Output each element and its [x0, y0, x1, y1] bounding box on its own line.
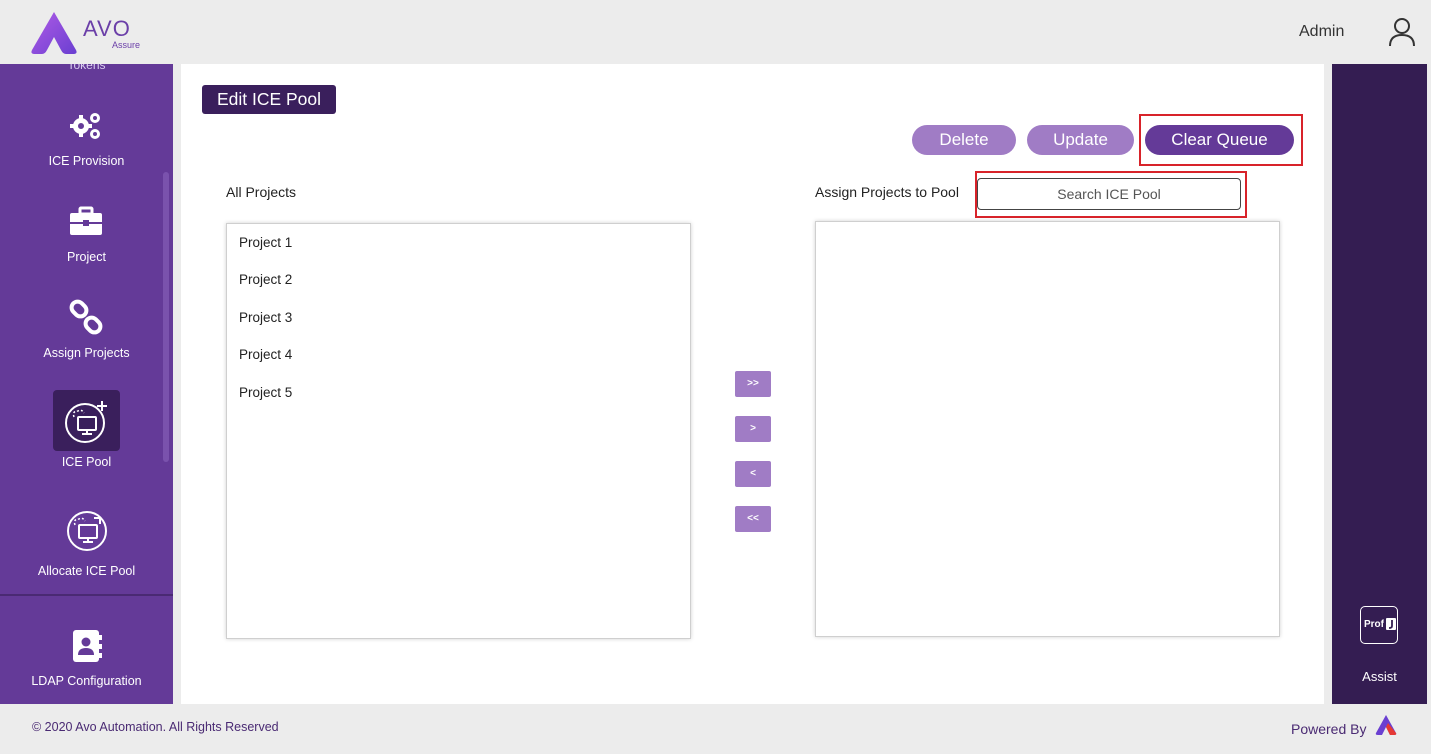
sidebar-item-label: ICE Provision [48, 154, 125, 168]
assign-projects-label: Assign Projects to Pool [815, 184, 959, 200]
delete-button[interactable]: Delete [912, 125, 1016, 155]
footer: © 2020 Avo Automation. All Rights Reserv… [0, 704, 1431, 754]
link-icon [69, 299, 103, 335]
move-left-button[interactable]: < [735, 461, 771, 487]
sidebar-item-label: LDAP Configuration [31, 674, 142, 688]
list-item[interactable]: Project 5 [239, 385, 292, 400]
user-icon[interactable] [1388, 17, 1416, 47]
move-right-button[interactable]: > [735, 416, 771, 442]
avo-small-logo [1375, 715, 1397, 735]
list-item[interactable]: Project 2 [239, 272, 292, 287]
sidebar: Tokens ICE Provision Project Assign Proj… [0, 64, 173, 704]
sidebar-item-allocate-ice-pool[interactable]: Allocate ICE Pool [0, 504, 173, 579]
all-projects-label: All Projects [226, 184, 297, 200]
highlight-box-clear-queue [1139, 114, 1303, 166]
assist-sidebar: Prof Assist [1332, 64, 1427, 704]
header: AVO Assure Admin [0, 0, 1431, 64]
gears-icon [70, 113, 100, 139]
list-item[interactable]: Project 1 [239, 235, 292, 250]
assigned-projects-list[interactable] [815, 221, 1280, 637]
sidebar-item-project[interactable]: Project [0, 200, 173, 270]
sidebar-item-label: Assign Projects [43, 346, 130, 360]
highlight-box-search [975, 171, 1247, 218]
prof-j-badge-icon [1386, 618, 1396, 630]
list-item[interactable]: Project 3 [239, 310, 292, 325]
sidebar-item-assign-projects[interactable]: Assign Projects [0, 296, 173, 366]
sidebar-item-ldap-configuration[interactable]: LDAP Configuration [0, 624, 173, 694]
user-name: Admin [1299, 23, 1345, 40]
copyright-text: © 2020 Avo Automation. All Rights Reserv… [32, 720, 279, 734]
main-panel: Edit ICE Pool Delete Update Clear Queue … [181, 64, 1324, 704]
sidebar-item-label: Allocate ICE Pool [37, 564, 136, 578]
update-button[interactable]: Update [1027, 125, 1134, 155]
sidebar-item-label: Project [67, 250, 106, 264]
briefcase-icon [70, 206, 102, 235]
logo-text: AVO [83, 16, 131, 41]
sidebar-divider [0, 594, 173, 596]
page-title: Edit ICE Pool [202, 85, 336, 114]
sidebar-item-ice-pool[interactable]: ICE Pool [0, 396, 173, 471]
move-all-left-button[interactable]: << [735, 506, 771, 532]
prof-j-icon[interactable]: Prof [1360, 606, 1398, 644]
assist-label: Assist [1362, 669, 1397, 684]
ice-pool-icon [65, 401, 107, 443]
sidebar-item-label: ICE Pool [61, 455, 112, 469]
allocate-ice-pool-icon [67, 511, 107, 551]
powered-by-text: Powered By [1291, 721, 1367, 737]
prof-j-icon-text: Prof [1364, 619, 1384, 630]
all-projects-list[interactable]: Project 1 Project 2 Project 3 Project 4 … [226, 223, 691, 639]
contact-book-icon [73, 630, 102, 662]
logo-subtext: Assure [112, 40, 141, 50]
move-all-right-button[interactable]: >> [735, 371, 771, 397]
sidebar-item-tokens-partial[interactable]: Tokens [0, 64, 173, 72]
list-item[interactable]: Project 4 [239, 347, 292, 362]
sidebar-item-ice-provision[interactable]: ICE Provision [0, 104, 173, 174]
